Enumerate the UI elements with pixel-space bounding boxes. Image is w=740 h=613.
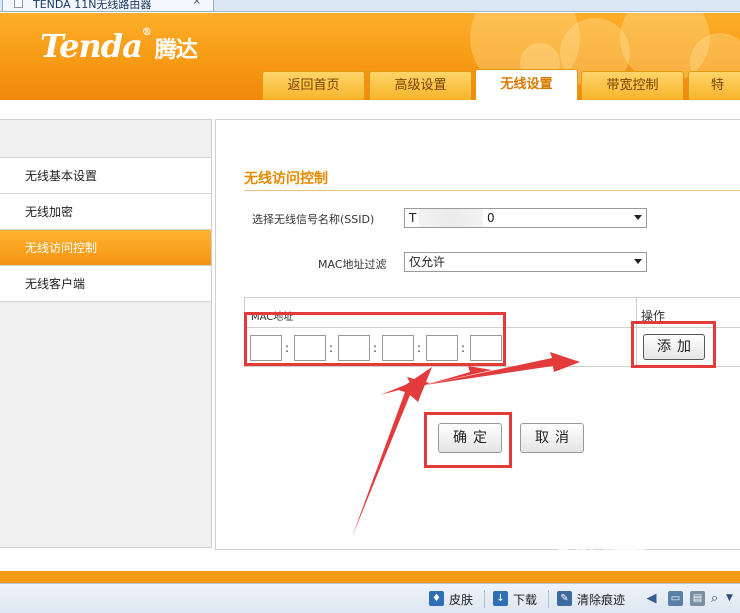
sidebar-item-wireless-security[interactable]: 无线加密 — [0, 193, 211, 229]
download-icon[interactable]: ↓ — [493, 591, 508, 606]
mac-filter-label: MAC地址过滤 — [318, 258, 387, 271]
browser-tab-strip: TENDA 11N无线路由器 × — [0, 0, 740, 12]
tab-special[interactable]: 特 — [688, 71, 740, 100]
page-icon — [14, 0, 23, 8]
clear-traces-button[interactable]: 清除痕迹 — [577, 591, 625, 608]
tab-advanced[interactable]: 高级设置 — [369, 71, 472, 100]
tab-close-icon[interactable]: × — [193, 0, 201, 7]
ssid-value-suffix: 0 — [487, 211, 495, 225]
annotation-box-mac-fields — [244, 312, 506, 366]
browser-tab-title: TENDA 11N无线路由器 — [33, 0, 152, 11]
sidebar-item-access-control[interactable]: 无线访问控制 — [0, 229, 211, 265]
status-separator — [548, 590, 549, 608]
title-divider — [244, 190, 740, 191]
chevron-down-icon — [634, 259, 642, 264]
tab-home[interactable]: 返回首页 — [262, 71, 365, 100]
footer-bar — [0, 571, 740, 583]
logo-brand-cn: 腾达 — [154, 38, 198, 63]
tab-wireless[interactable]: 无线设置 — [475, 69, 578, 100]
sidebar-item-wireless-clients[interactable]: 无线客户端 — [0, 265, 211, 302]
logo-brand: Tenda — [40, 27, 143, 65]
tenda-logo: Tenda®腾达 — [40, 27, 198, 65]
sidebar: 无线基本设置 无线加密 无线访问控制 无线客户端 — [0, 119, 212, 548]
annotation-box-ok — [424, 412, 512, 468]
annotation-box-add — [631, 321, 716, 368]
status-separator — [484, 590, 485, 608]
mac-filter-select[interactable]: 仅允许 — [404, 252, 647, 272]
watermark: Bai 经验 — [556, 531, 647, 556]
screen-icon[interactable]: ▭ — [668, 591, 683, 606]
header-divider — [0, 100, 740, 118]
chevron-down-icon[interactable]: ▼ — [722, 591, 737, 606]
sidebar-item-wireless-basic[interactable]: 无线基本设置 — [0, 157, 211, 193]
cancel-button[interactable]: 取消 — [520, 423, 584, 453]
tab-bandwidth[interactable]: 带宽控制 — [581, 71, 684, 100]
speaker-icon[interactable]: ◀ — [644, 591, 659, 606]
page-title: 无线访问控制 — [244, 171, 328, 187]
printer-icon[interactable]: ▤ — [690, 591, 705, 606]
browser-tab[interactable]: TENDA 11N无线路由器 × — [2, 0, 214, 12]
router-header: Tenda®腾达 返回首页 高级设置 无线设置 带宽控制 特 — [0, 13, 740, 100]
ssid-redaction — [419, 209, 483, 227]
broom-icon[interactable]: ✎ — [557, 591, 572, 606]
ssid-select[interactable]: T 0 — [404, 208, 647, 228]
chevron-down-icon — [634, 215, 642, 220]
ssid-label: 选择无线信号名称(SSID) — [252, 213, 375, 226]
zoom-icon[interactable]: ⌕ — [707, 591, 722, 606]
shirt-icon[interactable]: ♦ — [429, 591, 444, 606]
mac-filter-value: 仅允许 — [409, 255, 446, 269]
download-button[interactable]: 下载 — [513, 591, 537, 608]
browser-status-bar: ♦ 皮肤 ↓ 下载 ✎ 清除痕迹 ◀ ▭ ▤ ⌕ ▼ — [0, 583, 740, 613]
watermark-url: jingyan.baidu.com — [570, 556, 672, 569]
logo-registered-mark: ® — [141, 27, 152, 38]
skin-button[interactable]: 皮肤 — [449, 591, 473, 608]
ssid-value-prefix: T — [409, 211, 417, 225]
